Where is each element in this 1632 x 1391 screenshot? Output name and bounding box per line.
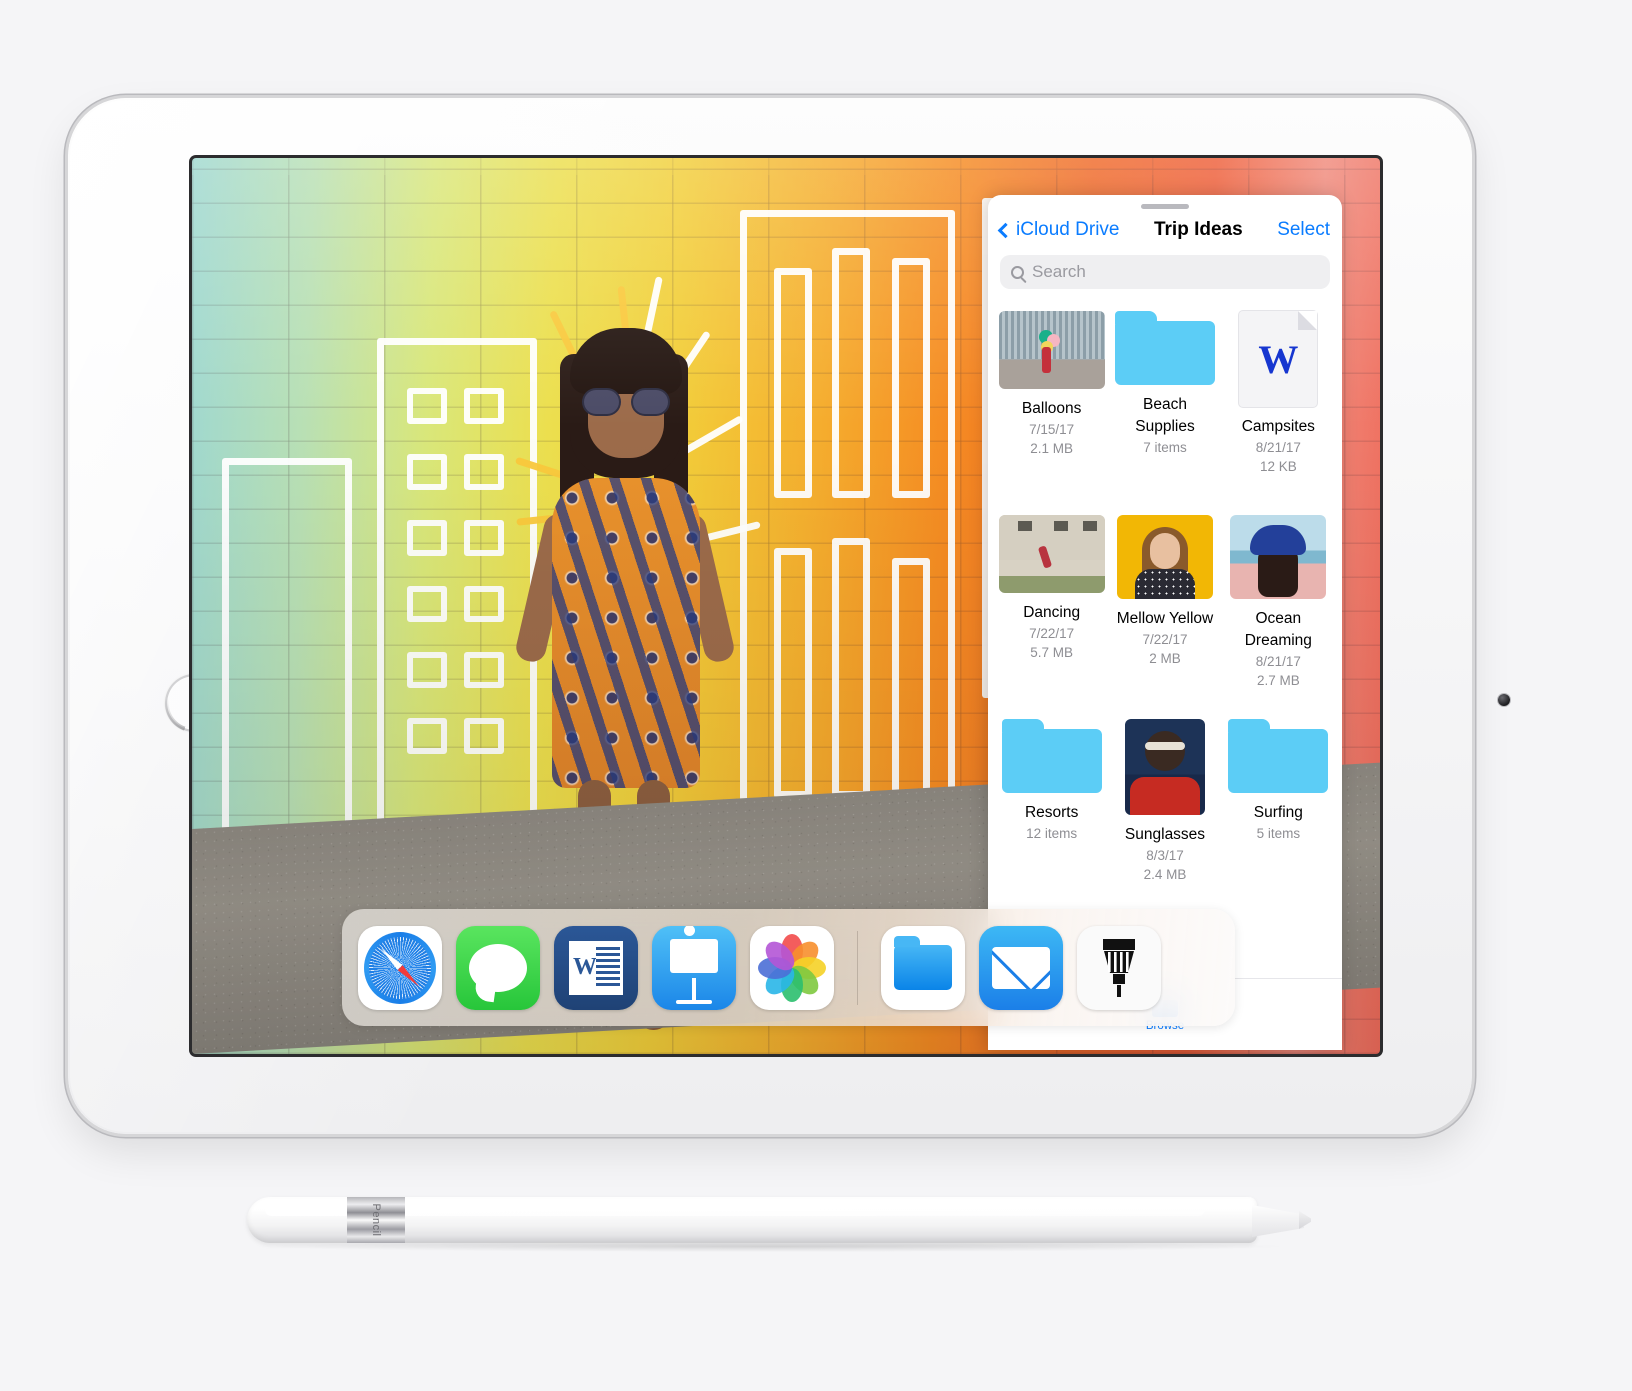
file-name: Surfing bbox=[1253, 804, 1303, 821]
messages-icon[interactable] bbox=[456, 925, 540, 1010]
ipad-dock bbox=[342, 909, 1235, 1026]
back-button-label: iCloud Drive bbox=[1016, 219, 1120, 240]
file-item[interactable]: Balloons 7/15/17 2.1 MB bbox=[998, 303, 1105, 507]
word-icon[interactable] bbox=[554, 925, 638, 1010]
file-name: Ocean Dreaming bbox=[1244, 610, 1312, 649]
file-date: 8/3/17 bbox=[1146, 848, 1184, 863]
file-date: 7/22/17 bbox=[1142, 632, 1188, 647]
file-thumbnail bbox=[998, 515, 1105, 593]
file-size: 7 items bbox=[1143, 440, 1187, 455]
file-size: 5.7 MB bbox=[1030, 645, 1074, 661]
pencil-cone bbox=[1252, 1205, 1304, 1237]
photos-icon[interactable] bbox=[750, 925, 834, 1010]
file-size: 2.1 MB bbox=[1030, 441, 1074, 457]
brush-glyph bbox=[1103, 938, 1135, 997]
file-size: 2.7 MB bbox=[1256, 673, 1300, 689]
file-size: 2 MB bbox=[1149, 651, 1181, 667]
screenshot-stage: iCloud Drive Trip Ideas Select Search Ba… bbox=[0, 0, 1632, 1391]
folder-icon bbox=[1001, 719, 1102, 793]
keynote-icon[interactable] bbox=[652, 925, 736, 1010]
ipad-screen: iCloud Drive Trip Ideas Select Search Ba… bbox=[192, 158, 1380, 1054]
search-icon bbox=[1011, 265, 1024, 279]
file-thumbnail bbox=[998, 311, 1105, 389]
word-document-icon: W bbox=[1239, 311, 1318, 407]
apple-pencil: Pencil bbox=[247, 1181, 1311, 1257]
file-date: 8/21/17 bbox=[1255, 440, 1301, 455]
search-input[interactable]: Search bbox=[1000, 255, 1330, 289]
file-item[interactable]: Ocean Dreaming 8/21/17 2.7 MB bbox=[1225, 507, 1332, 711]
back-button[interactable]: iCloud Drive bbox=[997, 219, 1120, 241]
file-item[interactable]: Mellow Yellow 7/22/17 2 MB bbox=[1111, 507, 1218, 711]
pencil-highlight bbox=[265, 1203, 1205, 1216]
file-item[interactable]: Surfing 5 items bbox=[1225, 711, 1332, 915]
file-date: 7/15/17 bbox=[1029, 422, 1075, 437]
folder-icon bbox=[1228, 719, 1329, 793]
file-name: Sunglasses bbox=[1124, 826, 1206, 843]
file-thumbnail bbox=[1124, 719, 1205, 815]
file-name: Campsites bbox=[1241, 418, 1315, 435]
file-size: 12 KB bbox=[1259, 459, 1297, 475]
file-name: Beach Supplies bbox=[1135, 396, 1195, 435]
file-item[interactable]: W Campsites 8/21/17 12 KB bbox=[1225, 303, 1332, 507]
mail-icon[interactable] bbox=[979, 925, 1063, 1010]
file-name: Balloons bbox=[1021, 400, 1082, 417]
file-name: Mellow Yellow bbox=[1116, 610, 1214, 627]
page-title: Trip Ideas bbox=[1153, 219, 1243, 240]
select-button[interactable]: Select bbox=[1277, 219, 1330, 241]
file-size: 12 items bbox=[1026, 826, 1078, 841]
file-date: 8/21/17 bbox=[1255, 654, 1301, 669]
file-size: 5 items bbox=[1256, 826, 1301, 841]
file-name: Dancing bbox=[1023, 604, 1081, 621]
files-navbar: iCloud Drive Trip Ideas Select bbox=[988, 209, 1342, 247]
chevron-left-icon bbox=[997, 222, 1014, 238]
file-thumbnail bbox=[1116, 515, 1213, 599]
file-name: Resorts bbox=[1024, 804, 1079, 821]
file-date: 7/22/17 bbox=[1029, 626, 1075, 641]
file-item[interactable]: Sunglasses 8/3/17 2.4 MB bbox=[1111, 711, 1218, 915]
folder-icon bbox=[1114, 311, 1215, 385]
search-placeholder: Search bbox=[1032, 262, 1086, 281]
file-item[interactable]: Beach Supplies 7 items bbox=[1111, 303, 1218, 507]
front-camera-icon bbox=[1498, 694, 1510, 706]
dock-divider bbox=[857, 930, 858, 1005]
pencil-tip bbox=[1299, 1211, 1311, 1229]
file-thumbnail bbox=[1230, 515, 1327, 599]
file-item[interactable]: Dancing 7/22/17 5.7 MB bbox=[998, 507, 1105, 711]
pencil-band-text: Pencil bbox=[370, 1203, 382, 1237]
brush-icon[interactable] bbox=[1077, 925, 1161, 1010]
files-icon[interactable] bbox=[881, 925, 965, 1010]
file-item[interactable]: Resorts 12 items bbox=[998, 711, 1105, 915]
file-size: 2.4 MB bbox=[1143, 867, 1187, 883]
safari-icon[interactable] bbox=[358, 925, 442, 1010]
